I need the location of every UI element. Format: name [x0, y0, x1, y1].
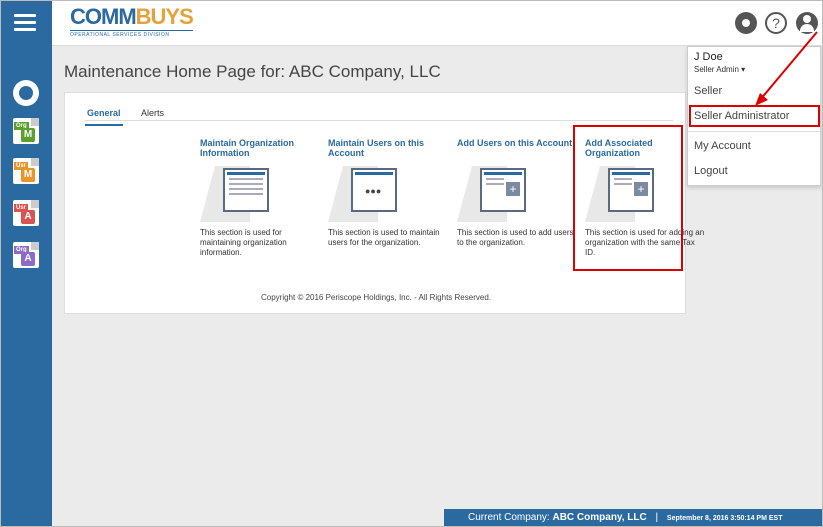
tab-general[interactable]: General: [85, 108, 123, 126]
top-header: COMMBUYS OPERATIONAL SERVICES DIVISION ?: [52, 0, 823, 46]
org-admin-document-icon[interactable]: Org A: [13, 242, 39, 268]
user-name: J Doe: [694, 51, 723, 63]
tab-alerts[interactable]: Alerts: [139, 108, 166, 124]
tile-maintain-users[interactable]: Maintain Users on this Account ●●● This …: [328, 138, 448, 248]
gear-icon[interactable]: [735, 12, 757, 34]
org-document-icon[interactable]: Org M: [13, 118, 39, 144]
status-bar: Current Company: ABC Company, LLC | Sept…: [444, 509, 823, 527]
menu-item-seller[interactable]: Seller: [694, 85, 722, 97]
highlight-box-tile: [573, 125, 683, 271]
tile-maintain-organization[interactable]: Maintain Organization Information This s…: [200, 138, 320, 258]
menu-divider: [688, 131, 822, 132]
tab-divider: [85, 120, 673, 121]
tile-description: This section is used to add users to the…: [457, 228, 574, 247]
user-admin-document-icon[interactable]: Usr A: [13, 200, 39, 226]
current-company-label: Current Company:: [468, 512, 550, 523]
tile-title[interactable]: Add Users on this Account: [457, 138, 577, 162]
status-timestamp: September 8, 2016 3:50:14 PM EST: [666, 515, 783, 522]
tile-title[interactable]: Maintain Organization Information: [200, 138, 320, 162]
add-user-form-icon[interactable]: +: [457, 164, 572, 224]
organization-form-icon[interactable]: [200, 164, 315, 224]
commbuys-logo[interactable]: COMMBUYS OPERATIONAL SERVICES DIVISION: [70, 6, 194, 38]
user-avatar-icon[interactable]: [796, 12, 818, 34]
left-sidebar: Org M Usr M Usr A Org A: [0, 0, 52, 527]
menu-item-logout[interactable]: Logout: [694, 165, 728, 177]
menu-item-my-account[interactable]: My Account: [694, 140, 751, 152]
dashboard-icon[interactable]: [13, 80, 39, 106]
users-form-icon[interactable]: ●●●: [328, 164, 443, 224]
tile-title[interactable]: Maintain Users on this Account: [328, 138, 448, 162]
help-icon[interactable]: ?: [765, 12, 787, 34]
status-separator: |: [655, 512, 659, 523]
hamburger-menu-icon[interactable]: [14, 14, 36, 31]
plus-icon: +: [506, 182, 520, 196]
user-role-selector[interactable]: Seller Admin ▾: [694, 65, 745, 74]
page-title: Maintenance Home Page for: ABC Company, …: [64, 62, 441, 81]
tab-bar: General Alerts: [85, 103, 178, 126]
people-icon: ●●●: [365, 186, 382, 196]
highlight-box-seller-administrator: [689, 105, 820, 127]
user-document-icon[interactable]: Usr M: [13, 158, 39, 184]
tile-add-users[interactable]: Add Users on this Account + This section…: [457, 138, 577, 248]
current-company-name: ABC Company, LLC: [552, 512, 647, 523]
copyright-text: Copyright © 2016 Periscope Holdings, Inc…: [260, 293, 491, 302]
tile-description: This section is used to maintain users f…: [328, 228, 440, 247]
tile-description: This section is used for maintaining org…: [200, 228, 287, 257]
